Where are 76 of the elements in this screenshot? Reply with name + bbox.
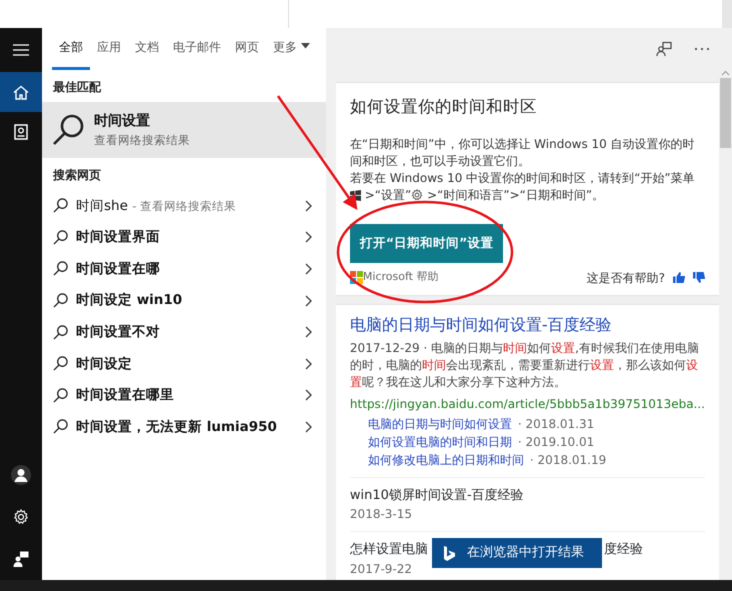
result-title-link[interactable]: 度经验 (604, 540, 643, 560)
paragraph-text: >“时间和语言”>“日期和时间”。 (427, 188, 604, 202)
chevron-icon[interactable] (304, 294, 312, 307)
tab[interactable]: 更多 (266, 28, 317, 70)
source-label: Microsoft 帮助 (362, 269, 438, 286)
chevron-icon[interactable] (304, 200, 312, 212)
tab[interactable]: 应用 (90, 28, 128, 70)
search-icon (53, 230, 68, 245)
user-icon[interactable] (11, 465, 31, 485)
tab[interactable]: 全部 (52, 28, 90, 70)
search-icon (52, 114, 84, 146)
result-snippet: 2017-12-29 · 电脑的日期与时间如何设置,有时候我们在使用电脑的时，电脑的时间会出现紊乱，需要重新进行设置，那么该如何设置呢？我在这儿和大家分享下这种方法。 (350, 340, 700, 390)
search-suggestion[interactable]: 时间设置不对 (76, 324, 160, 340)
search-icon (53, 198, 68, 214)
result-date: · 2018.01.19 (530, 452, 606, 468)
bing-logo-icon (444, 546, 455, 560)
tab[interactable]: 电子邮件 (166, 28, 228, 70)
sidebar-tab[interactable] (0, 72, 42, 112)
search-suggestion[interactable]: 时间设置在哪里 (76, 387, 174, 404)
section-heading: 最佳匹配 (52, 79, 102, 96)
chevron-icon[interactable] (304, 420, 312, 433)
search-icon (53, 356, 68, 372)
result-date: 2017-9-22 (350, 560, 414, 578)
thumbs-up-icon[interactable] (673, 272, 685, 283)
sub-link[interactable]: 如何设置电脑的时间和日期 (368, 432, 512, 450)
search-suggestion[interactable]: 时间设置界面 (76, 229, 160, 246)
result-title-link[interactable]: 怎样设置电脑 (350, 540, 428, 560)
result-date: · 2018.01.31 (518, 416, 594, 432)
search-suggestion[interactable]: 时间设置，无法更新 lumia950 (76, 418, 277, 435)
result-date: 2018-3-15 (350, 506, 414, 523)
windows-logo-icon (350, 190, 361, 201)
section-heading: 搜索网页 (52, 167, 102, 184)
settings-icon[interactable] (13, 509, 29, 525)
home-icon[interactable] (13, 84, 29, 100)
chevron-icon[interactable] (304, 326, 312, 338)
suggestion-hint: - 查看网络搜索结果 (132, 198, 236, 213)
notebook-icon[interactable] (14, 124, 28, 140)
chevron-icon[interactable] (304, 389, 312, 402)
open-in-browser-button[interactable]: 在浏览器中打开结果 (432, 538, 602, 568)
paragraph-text: >“设置” (364, 188, 412, 202)
feedback-question: 这是否有帮助? (586, 270, 665, 286)
card-title: 如何设置你的时间和时区 (350, 96, 538, 118)
chevron-icon[interactable] (304, 262, 312, 275)
sub-link[interactable]: 如何修改电脑上的日期和时间 (368, 450, 524, 468)
feedback-icon[interactable] (656, 41, 672, 57)
result-title: 时间设置 (94, 112, 151, 131)
thumbs-down-icon[interactable] (693, 272, 705, 283)
search-suggestion[interactable]: 时间设定 win10 (76, 292, 182, 308)
paragraph-text: 在“日期和时间”中，你可以选择让 Windows 10 自动设置你的时间和时区，也可以手动设置它们。 (350, 136, 695, 168)
gear-icon (411, 189, 424, 202)
feedback-icon[interactable] (13, 551, 29, 567)
search-suggestion[interactable]: 时间设置在哪 (76, 260, 160, 277)
result-title-link[interactable]: win10锁屏时间设置-百度经验 (350, 486, 524, 505)
result-date: · 2019.10.01 (518, 434, 594, 450)
tab[interactable]: 网页 (228, 28, 266, 70)
search-icon (53, 419, 68, 434)
result-subtitle: 查看网络搜索结果 (94, 132, 190, 149)
menu-icon[interactable] (13, 44, 29, 56)
best-match-item[interactable]: 时间设置 查看网络搜索结果 (42, 102, 326, 158)
result-title-link[interactable]: 电脑的日期与时间如何设置-百度经验 (350, 312, 705, 336)
search-icon (53, 261, 68, 276)
result-url[interactable]: https://jingyan.baidu.com/article/5bbb5a1b39751013eba... (350, 394, 705, 412)
chevron-icon[interactable] (304, 358, 312, 370)
microsoft-logo-icon (350, 271, 363, 284)
search-suggestion[interactable]: 时间she (76, 198, 128, 214)
search-suggestion[interactable]: 时间设定 (76, 356, 132, 372)
search-icon (53, 324, 68, 340)
chevron-icon[interactable] (304, 231, 312, 244)
more-icon[interactable] (694, 47, 710, 51)
open-settings-button[interactable]: 打开“日期和时间”设置 (350, 224, 504, 262)
search-icon (53, 388, 68, 403)
search-icon (53, 293, 68, 308)
sub-link[interactable]: 电脑的日期与时间如何设置 (368, 414, 512, 432)
scroll-thumb[interactable] (720, 78, 731, 148)
paragraph-text: 若要在 Windows 10 中设置你的时间和时区，请转到“开始”菜单 (350, 170, 695, 185)
tab[interactable]: 文档 (128, 28, 166, 70)
